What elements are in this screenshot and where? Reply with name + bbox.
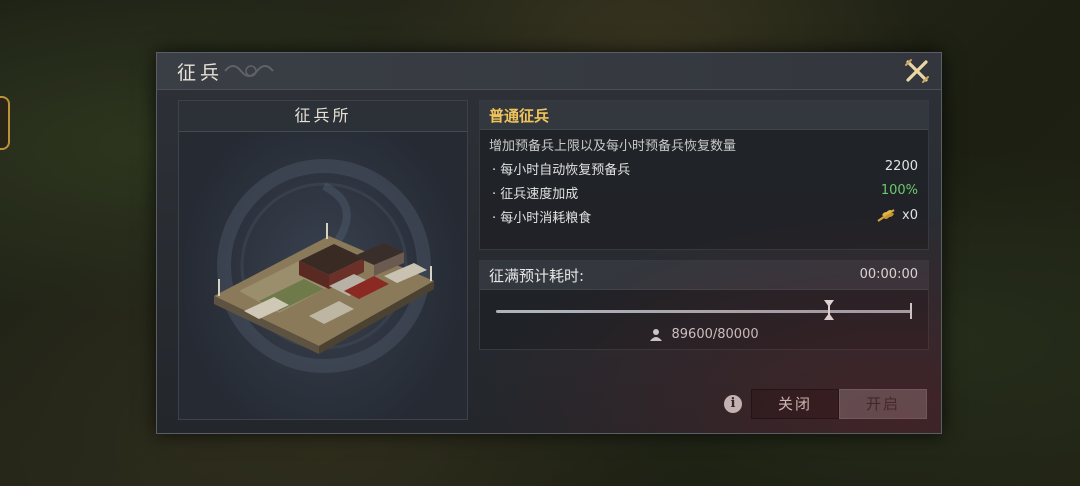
soldier-icon: [650, 328, 663, 341]
open-button[interactable]: 开启: [839, 389, 927, 419]
troop-slider-handle[interactable]: [823, 299, 835, 321]
recruit-info-header: 普通征兵: [480, 101, 928, 130]
stat-label: · 每小时消耗粮食: [492, 211, 592, 226]
recruit-type-title: 普通征兵: [489, 107, 550, 125]
stat-row-recovery: · 每小时自动恢复预备兵 2200: [492, 159, 918, 179]
troop-count: 89600/80000: [480, 327, 928, 342]
stat-value: 100%: [880, 183, 918, 198]
close-x-icon[interactable]: [903, 57, 931, 85]
stat-label: · 每小时自动恢复预备兵: [492, 163, 631, 178]
stat-row-grain: · 每小时消耗粮食 x0: [492, 207, 918, 227]
title-ornament-icon: [224, 65, 274, 77]
close-button[interactable]: 关闭: [751, 389, 839, 419]
troop-slider-end: [910, 303, 912, 319]
side-tab[interactable]: [0, 96, 10, 150]
stat-value: 2200: [884, 159, 918, 174]
recruit-description: 增加预备兵上限以及每小时预备兵恢复数量: [489, 139, 737, 154]
info-icon[interactable]: i: [724, 395, 742, 413]
building-name: 征兵所: [179, 101, 467, 132]
fill-time-section: 征满预计耗时: 00:00:00 89600/80000: [479, 260, 929, 350]
fill-time-value: 00:00:00: [859, 267, 918, 282]
fill-time-header: 征满预计耗时: 00:00:00: [480, 261, 928, 290]
recruit-info-section: 普通征兵 增加预备兵上限以及每小时预备兵恢复数量 · 每小时自动恢复预备兵 22…: [479, 100, 929, 250]
grain-cost-value: x0: [902, 207, 918, 223]
stat-row-speed: · 征兵速度加成 100%: [492, 183, 918, 203]
grain-icon: [877, 209, 895, 222]
dialog-titlebar: 征兵: [157, 53, 941, 90]
grain-cost: x0: [876, 207, 918, 223]
barracks-building-image: [214, 159, 434, 373]
troop-count-value: 89600/80000: [671, 327, 759, 342]
stat-label: · 征兵速度加成: [492, 187, 579, 202]
troop-slider-track[interactable]: [496, 310, 912, 313]
fill-time-label: 征满预计耗时:: [489, 267, 585, 285]
building-panel: 征兵所: [178, 100, 468, 420]
recruit-dialog: 征兵 征兵所 普通征兵 增加预备兵上限以及每小时预备兵恢复数量 · 每小时自动恢…: [156, 52, 942, 434]
dialog-title: 征兵: [177, 62, 224, 84]
